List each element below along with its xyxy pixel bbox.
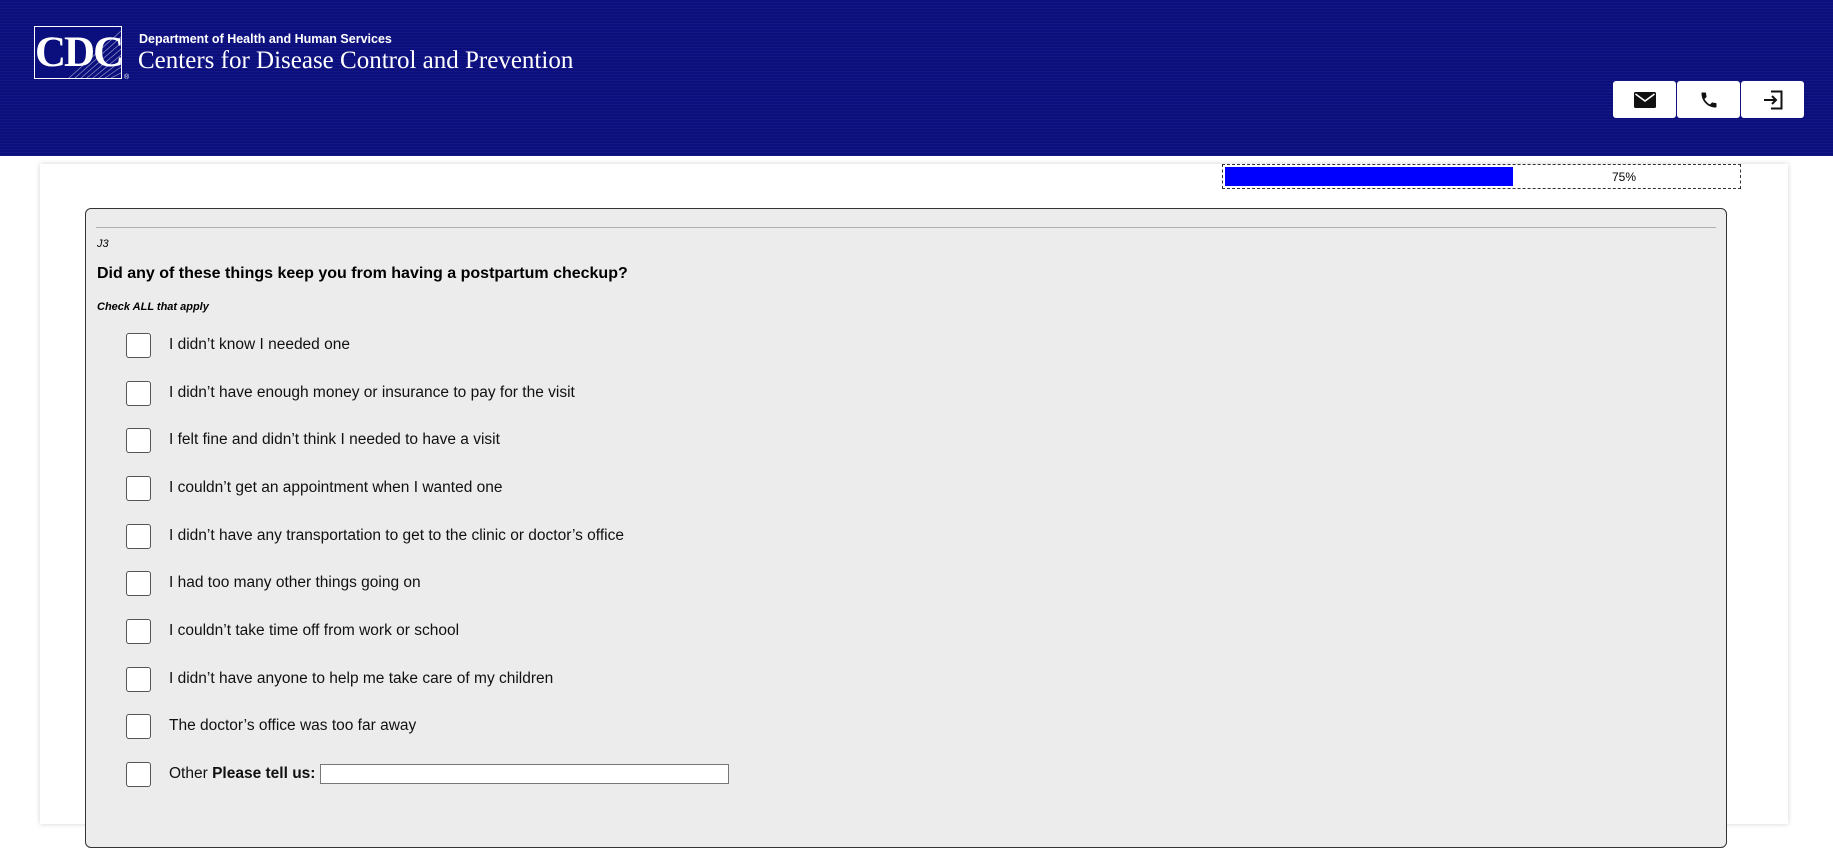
option-too-many-things[interactable]: I had too many other things going on [126, 569, 421, 597]
option-label: I didn’t have enough money or insurance … [169, 384, 575, 401]
email-button[interactable] [1613, 81, 1676, 118]
phone-button[interactable] [1677, 81, 1740, 118]
option-too-far[interactable]: The doctor’s office was too far away [126, 712, 416, 740]
site-header: CDC ® Department of Health and Human Ser… [0, 0, 1833, 156]
other-label: Other [169, 765, 208, 782]
option-label: I couldn’t take time off from work or sc… [169, 622, 460, 639]
progress-track [1225, 167, 1609, 186]
other-prompt: Please tell us: [212, 765, 316, 782]
question-instruction: Check ALL that apply [97, 301, 209, 313]
question-text: Did any of these things keep you from ha… [97, 265, 628, 282]
checkbox[interactable] [126, 523, 151, 549]
option-money-insurance[interactable]: I didn’t have enough money or insurance … [126, 379, 575, 407]
option-label: I didn’t have any transportation to get … [169, 527, 624, 544]
checkbox[interactable] [126, 475, 151, 501]
option-felt-fine[interactable]: I felt fine and didn’t think I needed to… [126, 426, 500, 454]
question-number: J3 [97, 238, 109, 250]
option-label: The doctor’s office was too far away [169, 717, 417, 734]
trademark-mark: ® [124, 74, 130, 81]
checkbox[interactable] [126, 713, 151, 739]
agency-name[interactable]: Centers for Disease Control and Preventi… [138, 47, 573, 75]
option-childcare[interactable]: I didn’t have anyone to help me take car… [126, 665, 553, 693]
phone-icon [1701, 92, 1716, 107]
progress-bar: 75% [1222, 164, 1741, 189]
checkbox[interactable] [126, 427, 151, 453]
checkbox[interactable] [126, 761, 151, 787]
option-transportation[interactable]: I didn’t have any transportation to get … [126, 522, 624, 550]
checkbox[interactable] [126, 380, 151, 406]
exit-button[interactable] [1741, 81, 1804, 118]
option-didnt-know[interactable]: I didn’t know I needed one [126, 331, 350, 359]
cdc-logo[interactable]: CDC [34, 26, 122, 79]
question-panel: J3 Did any of these things keep you from… [85, 208, 1727, 848]
progress-fill [1225, 167, 1513, 186]
option-other[interactable]: Other Please tell us: [126, 760, 730, 788]
checkbox[interactable] [126, 618, 151, 644]
checkbox[interactable] [126, 570, 151, 596]
mail-icon [1633, 91, 1656, 108]
option-label: I felt fine and didn’t think I needed to… [169, 431, 500, 448]
logo-text: CDC [35, 29, 122, 76]
option-label: Other Please tell us: [169, 765, 315, 783]
department-name: Department of Health and Human Services [139, 32, 392, 46]
option-appointment[interactable]: I couldn’t get an appointment when I wan… [126, 474, 503, 502]
option-label: I didn’t have anyone to help me take car… [169, 670, 554, 687]
progress-label: 75% [1612, 170, 1637, 184]
option-label: I had too many other things going on [169, 574, 421, 591]
checkbox[interactable] [126, 332, 151, 358]
option-label: I didn’t know I needed one [169, 336, 350, 353]
other-text-input[interactable] [320, 764, 730, 784]
option-time-off[interactable]: I couldn’t take time off from work or sc… [126, 617, 459, 645]
checkbox[interactable] [126, 666, 151, 692]
exit-icon [1763, 90, 1782, 109]
option-label: I couldn’t get an appointment when I wan… [169, 479, 503, 496]
divider [96, 227, 1716, 228]
